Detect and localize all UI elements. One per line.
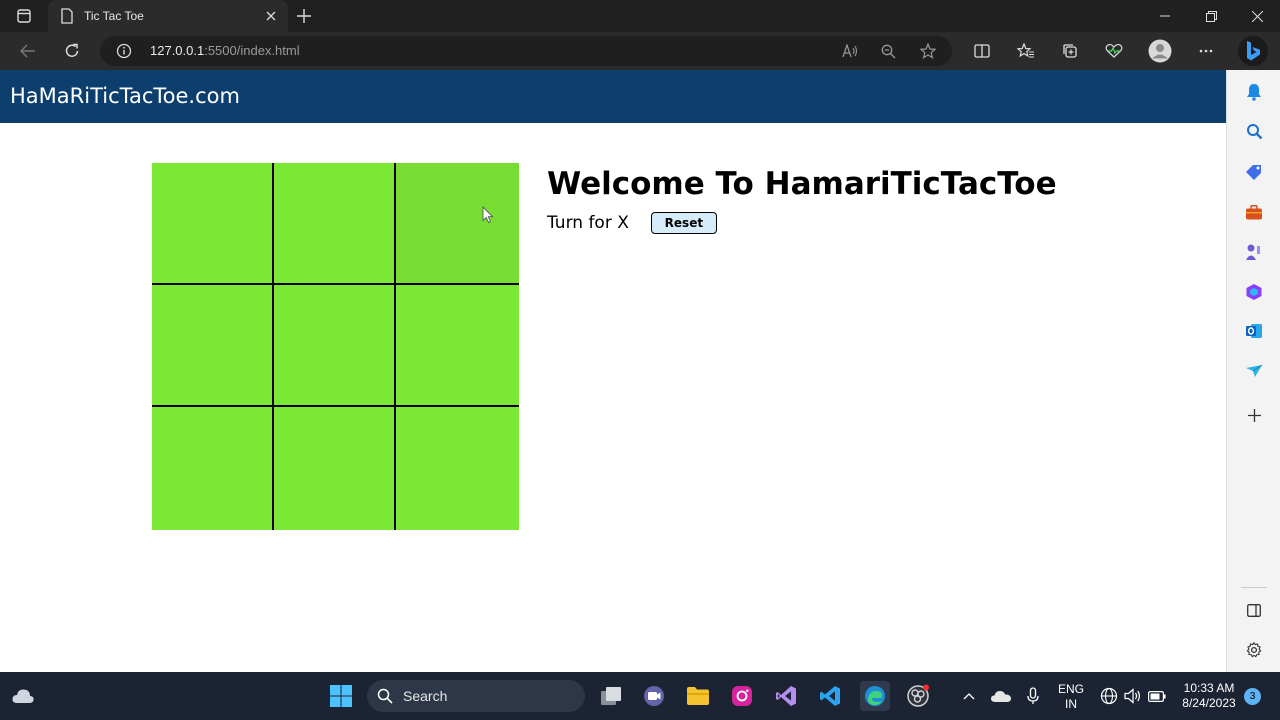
board-cell-9[interactable] bbox=[396, 407, 519, 530]
close-tab-icon[interactable] bbox=[262, 7, 280, 25]
tab-actions-icon[interactable] bbox=[8, 4, 40, 28]
site-navbar: HaMaRiTicTacToe.com bbox=[0, 70, 1226, 123]
language-code: ENG bbox=[1057, 682, 1084, 696]
file-explorer-icon[interactable] bbox=[684, 682, 712, 710]
bell-icon[interactable] bbox=[1243, 81, 1265, 103]
refresh-icon[interactable] bbox=[58, 37, 86, 65]
outlook-icon[interactable] bbox=[1243, 320, 1265, 342]
turn-indicator: Turn for X bbox=[547, 213, 629, 233]
microphone-icon[interactable] bbox=[1019, 682, 1047, 710]
clock[interactable]: 10:33 AM 8/24/2023 bbox=[1176, 681, 1242, 711]
back-arrow-icon[interactable] bbox=[14, 37, 42, 65]
site-brand[interactable]: HaMaRiTicTacToe.com bbox=[10, 84, 240, 108]
profile-icon[interactable] bbox=[1146, 37, 1174, 65]
heartbeat-icon[interactable] bbox=[1100, 37, 1128, 65]
visual-studio-icon[interactable] bbox=[772, 682, 800, 710]
game-board bbox=[152, 163, 519, 530]
board-cell-4[interactable] bbox=[152, 285, 274, 407]
turn-row: Turn for X Reset bbox=[547, 212, 1057, 234]
notification-badge[interactable]: 3 bbox=[1244, 688, 1261, 705]
edge-sidebar bbox=[1226, 70, 1280, 672]
chevron-up-icon[interactable] bbox=[955, 682, 983, 710]
clock-date: 8/24/2023 bbox=[1182, 696, 1236, 710]
hide-sidebar-icon[interactable] bbox=[1243, 599, 1265, 621]
search-label: Search bbox=[403, 688, 448, 704]
windows-taskbar: Search ENG IN 10:33 AM 8/24/2023 3 bbox=[0, 672, 1280, 720]
vscode-icon[interactable] bbox=[816, 682, 844, 710]
mouse-cursor-icon bbox=[482, 206, 494, 224]
close-window-icon[interactable] bbox=[1234, 0, 1280, 32]
sidebar-divider bbox=[1241, 587, 1267, 588]
teams-chat-icon[interactable] bbox=[640, 682, 668, 710]
search-icon[interactable] bbox=[1243, 120, 1265, 142]
tab-title: Tic Tac Toe bbox=[84, 9, 144, 23]
more-icon[interactable] bbox=[1192, 37, 1220, 65]
board-cell-6[interactable] bbox=[396, 285, 519, 407]
bing-icon[interactable] bbox=[1238, 36, 1268, 66]
read-aloud-icon[interactable] bbox=[840, 41, 860, 61]
minimize-icon[interactable] bbox=[1142, 0, 1188, 32]
page-content: HaMaRiTicTacToe.com Welcome To HamariTic… bbox=[0, 70, 1226, 672]
board-cell-3[interactable] bbox=[396, 163, 519, 285]
star-icon[interactable] bbox=[918, 41, 938, 61]
add-icon[interactable] bbox=[1243, 404, 1265, 426]
zoom-out-icon[interactable] bbox=[878, 41, 898, 61]
taskbar-search[interactable]: Search bbox=[367, 680, 585, 712]
windows-start-icon[interactable] bbox=[327, 682, 355, 710]
board-cell-7[interactable] bbox=[152, 407, 274, 530]
address-bar[interactable]: 127.0.0.1:5500/index.html bbox=[100, 36, 952, 66]
instagram-icon[interactable] bbox=[728, 682, 756, 710]
info-icon[interactable] bbox=[116, 43, 132, 59]
split-screen-icon[interactable] bbox=[968, 37, 996, 65]
favorites-icon[interactable] bbox=[1012, 37, 1040, 65]
board-cell-2[interactable] bbox=[274, 163, 396, 285]
board-cell-1[interactable] bbox=[152, 163, 274, 285]
games-icon[interactable] bbox=[1243, 241, 1265, 263]
task-view-icon[interactable] bbox=[597, 682, 625, 710]
battery-icon[interactable] bbox=[1143, 682, 1171, 710]
tab-tic-tac-toe[interactable]: Tic Tac Toe bbox=[48, 0, 288, 32]
new-tab-icon[interactable] bbox=[294, 6, 314, 26]
url-text[interactable]: 127.0.0.1:5500/index.html bbox=[150, 43, 300, 58]
settings-icon[interactable] bbox=[1243, 639, 1265, 661]
collections-icon[interactable] bbox=[1056, 37, 1084, 65]
clock-time: 10:33 AM bbox=[1183, 681, 1235, 695]
page-favicon-icon bbox=[61, 8, 73, 24]
board-cell-8[interactable] bbox=[274, 407, 396, 530]
game-info: Welcome To HamariTicTacToe Turn for X Re… bbox=[547, 166, 1057, 234]
browser-toolbar: 127.0.0.1:5500/index.html bbox=[0, 32, 1280, 70]
drop-icon[interactable] bbox=[1243, 360, 1265, 382]
tools-icon[interactable] bbox=[1243, 201, 1265, 223]
reset-button[interactable]: Reset bbox=[650, 212, 717, 234]
region-code: IN bbox=[1065, 697, 1077, 711]
browser-tab-strip: Tic Tac Toe bbox=[0, 0, 1280, 32]
microsoft-365-icon[interactable] bbox=[1243, 281, 1265, 303]
search-icon bbox=[377, 688, 393, 704]
obs-icon[interactable] bbox=[904, 682, 932, 710]
edge-icon[interactable] bbox=[860, 681, 890, 711]
weather-icon[interactable] bbox=[9, 682, 37, 710]
board-cell-5[interactable] bbox=[274, 285, 396, 407]
onedrive-icon[interactable] bbox=[987, 682, 1015, 710]
language-indicator[interactable]: ENG IN bbox=[1054, 682, 1088, 712]
restore-icon[interactable] bbox=[1188, 0, 1234, 32]
welcome-heading: Welcome To HamariTicTacToe bbox=[547, 166, 1057, 202]
shopping-tag-icon[interactable] bbox=[1243, 161, 1265, 183]
